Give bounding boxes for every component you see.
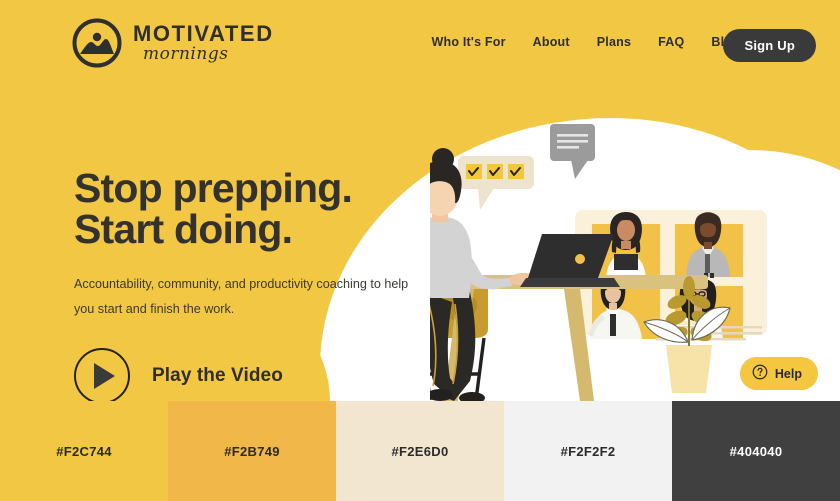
headline-line-2: Start doing. xyxy=(74,206,293,252)
play-triangle-icon[interactable] xyxy=(74,348,130,401)
play-video-button[interactable]: Play the Video xyxy=(74,348,283,401)
color-swatch-label: #404040 xyxy=(729,443,783,459)
brand-title: MOTIVATED xyxy=(133,21,274,46)
color-palette-strip: #F2C744 #F2B749 #F2E6D0 #F2F2F2 #404040 xyxy=(0,401,840,501)
top-navigation: MOTIVATED mornings Who It's For About Pl… xyxy=(0,0,840,88)
color-swatch-label: #F2E6D0 xyxy=(391,443,449,459)
mountain-circle-icon xyxy=(72,18,122,68)
hero-copy: Stop prepping. Start doing. Accountabili… xyxy=(74,168,464,322)
play-video-label: Play the Video xyxy=(152,365,283,386)
color-swatch-3[interactable]: #F2E6D0 xyxy=(336,401,504,501)
checklist-bubble-icon xyxy=(458,156,534,210)
nav-item-plans[interactable]: Plans xyxy=(597,35,631,49)
brand-subtitle: mornings xyxy=(143,44,229,64)
color-swatch-5[interactable]: #404040 xyxy=(672,401,840,501)
help-button[interactable]: Help xyxy=(739,357,818,390)
nav-item-faq[interactable]: FAQ xyxy=(658,35,684,49)
help-label: Help xyxy=(774,366,802,381)
hero-subcopy: Accountability, community, and productiv… xyxy=(74,277,409,317)
hero-section: MOTIVATED mornings Who It's For About Pl… xyxy=(0,0,840,401)
question-circle-icon xyxy=(752,364,768,383)
headline-line-1: Stop prepping. xyxy=(74,165,353,211)
color-swatch-2[interactable]: #F2B749 xyxy=(168,401,336,501)
color-swatch-label: #F2C744 xyxy=(56,443,112,459)
color-swatch-label: #F2B749 xyxy=(224,443,280,459)
color-swatch-4[interactable]: #F2F2F2 xyxy=(504,401,672,501)
page-title: Stop prepping. Start doing. xyxy=(74,168,464,250)
page-root: MOTIVATED mornings Who It's For About Pl… xyxy=(0,0,840,501)
brand-logo[interactable]: MOTIVATED mornings xyxy=(72,18,274,68)
color-swatch-label: #F2F2F2 xyxy=(560,443,616,459)
participant-1 xyxy=(606,212,646,277)
nav-item-about[interactable]: About xyxy=(533,35,570,49)
color-swatch-1[interactable]: #F2C744 xyxy=(0,401,168,501)
nav-links: Who It's For About Plans FAQ Blog xyxy=(432,35,740,49)
sign-up-button[interactable]: Sign Up xyxy=(723,29,816,62)
nav-item-who-its-for[interactable]: Who It's For xyxy=(432,35,506,49)
hero-illustration xyxy=(404,96,840,401)
chat-bubble-icon xyxy=(550,124,595,179)
